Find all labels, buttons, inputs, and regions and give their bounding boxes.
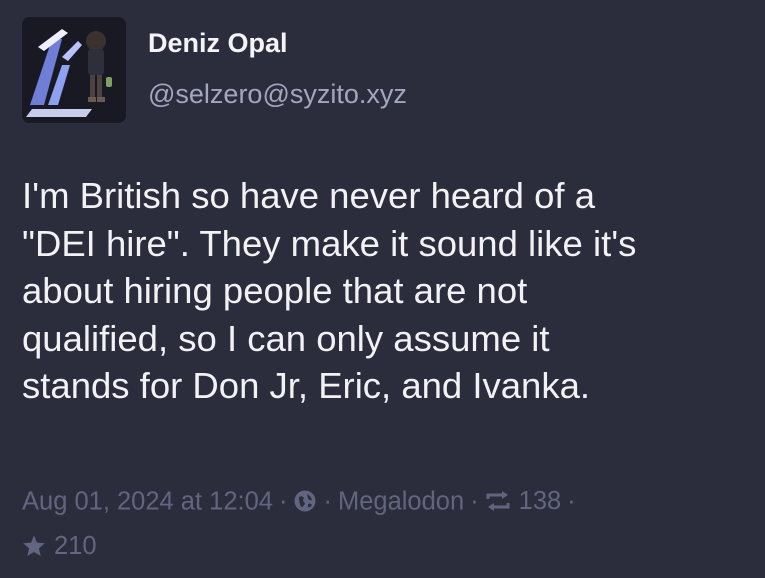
author-display-name[interactable]: Deniz Opal xyxy=(148,28,288,59)
star-icon[interactable] xyxy=(22,534,46,558)
content-line: about hiring people that are not xyxy=(22,270,528,311)
content-line: "DEI hire". They make it sound like it's xyxy=(22,222,637,264)
meta-separator: · xyxy=(278,487,288,516)
status-post: Deniz Opal @selzero@syzito.xyz I'm Briti… xyxy=(0,0,765,578)
globe-icon xyxy=(293,489,317,513)
meta-separator: · xyxy=(470,487,479,516)
meta-line: Aug 01, 2024 at 12:04 · · Megalodon · 138 · xyxy=(22,480,752,521)
author-handle[interactable]: @selzero@syzito.xyz xyxy=(148,79,407,110)
content-line: qualified, so I can only assume it xyxy=(22,317,550,359)
post-content: I'm British so have never heard of a "DE… xyxy=(22,172,752,410)
meta-separator: · xyxy=(323,487,332,516)
meta-separator: · xyxy=(567,487,576,516)
meta-line: 210 xyxy=(22,524,752,565)
post-timestamp[interactable]: Aug 01, 2024 at 12:04 xyxy=(22,487,273,515)
content-line: I'm British so have never heard of a xyxy=(22,175,596,216)
reblog-icon[interactable] xyxy=(485,490,511,512)
reblog-count: 138 xyxy=(518,487,562,516)
post-meta: Aug 01, 2024 at 12:04 · · Megalodon · 138 · 21… xyxy=(22,480,752,566)
favourite-count: 210 xyxy=(54,531,97,560)
application-name[interactable]: Megalodon xyxy=(338,487,464,515)
avatar-image xyxy=(22,17,126,123)
content-line: stands for Don Jr, Eric, and Ivanka. xyxy=(22,365,591,406)
avatar[interactable] xyxy=(22,17,126,123)
